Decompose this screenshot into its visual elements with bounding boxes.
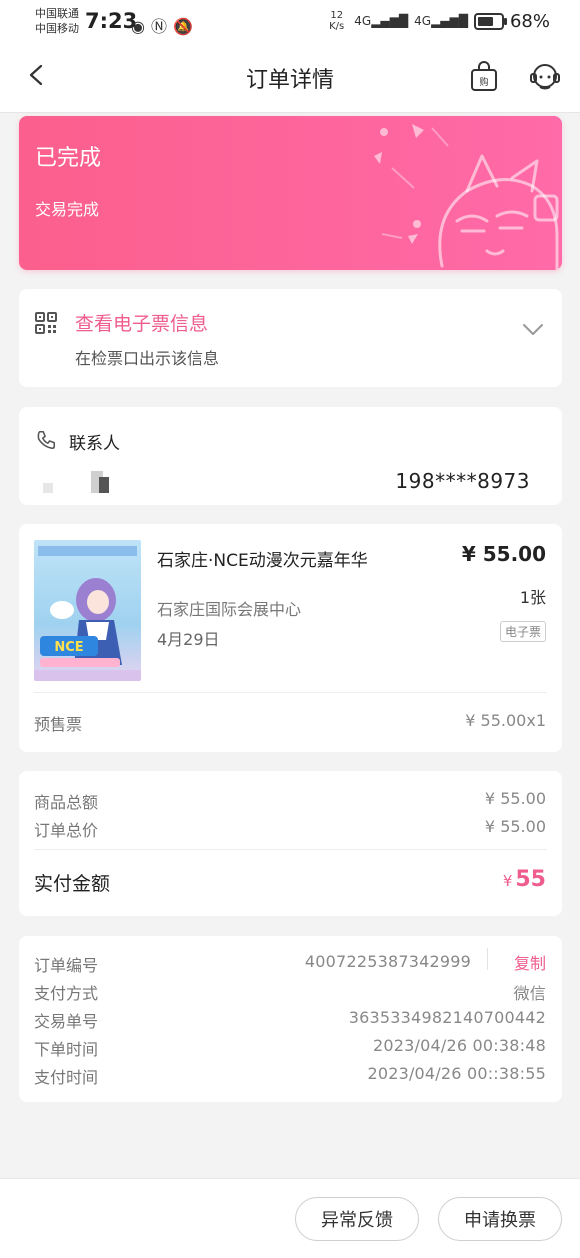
order-status-subtitle: 交易完成 [35, 200, 100, 219]
goods-total-label: 商品总额 [34, 793, 99, 812]
order-no-label: 订单编号 [34, 956, 99, 975]
feedback-button[interactable]: 异常反馈 [295, 1197, 419, 1241]
divider [34, 849, 547, 850]
paid-currency: ¥ [502, 872, 513, 890]
order-info-card: 订单编号 4007225387342999 复制 支付方式 微信 交易单号 36… [19, 936, 562, 1102]
eticket-card[interactable]: 查看电子票信息 在检票口出示该信息 [19, 289, 562, 387]
divider [34, 692, 547, 693]
status-bar: 中国联通 中国移动 7:23 ◉Ⓝ🔕 12 K/s 4G▂▄▆█ 4G▂▄▆█ … [0, 0, 580, 44]
order-status-title: 已完成 [35, 146, 102, 171]
copy-button[interactable]: 复制 [514, 950, 546, 974]
ticket-type: 预售票 [34, 715, 83, 734]
bottom-action-bar: 异常反馈 申请换票 [0, 1178, 580, 1258]
ticket-format-tag: 电子票 [499, 621, 546, 642]
contact-card: 联系人 198****8973 [19, 407, 562, 505]
mute-icon: 🔕 [172, 17, 199, 36]
order-time-label: 下单时间 [34, 1040, 99, 1059]
order-no-value: 4007225387342999 [304, 952, 471, 971]
chevron-down-icon[interactable] [522, 323, 544, 337]
notification-icons: ◉Ⓝ🔕 [131, 13, 199, 37]
product-price: ¥ 55.00 [461, 542, 546, 566]
qr-code-icon [35, 312, 57, 334]
carrier-1: 中国联通 [35, 7, 79, 20]
eticket-title: 查看电子票信息 [75, 313, 209, 335]
event-poster-image: NCE [34, 540, 141, 681]
exchange-ticket-button[interactable]: 申请换票 [438, 1197, 562, 1241]
contact-label: 联系人 [69, 434, 120, 454]
network-speed: 12 K/s [329, 10, 344, 32]
mascot-illustration [374, 124, 559, 270]
amount-summary-card: 商品总额 ¥ 55.00 订单总价 ¥ 55.00 实付金额 ¥55 [19, 771, 562, 916]
speed-unit: K/s [329, 21, 345, 32]
pay-method-label: 支付方式 [34, 984, 99, 1003]
clock: 7:23 [85, 9, 138, 33]
order-total-label: 订单总价 [34, 821, 99, 840]
shopping-bag-icon[interactable]: 购 [467, 60, 501, 94]
product-venue: 石家庄国际会展中心 [157, 600, 302, 619]
customer-service-icon[interactable] [528, 60, 562, 94]
ticket-line-price: ¥ 55.00x1 [465, 711, 546, 730]
battery-icon [473, 12, 507, 30]
signal-icon-1: 4G▂▄▆█ [354, 14, 409, 28]
svg-text:购: 购 [479, 76, 488, 88]
product-name: 石家庄·NCE动漫次元嘉年华 [157, 551, 368, 571]
pay-method-value: 微信 [513, 984, 546, 1003]
paid-amount-label: 实付金额 [34, 873, 111, 895]
trade-no-value: 3635334982140700442 [348, 1008, 546, 1027]
goods-total-value: ¥ 55.00 [484, 789, 546, 808]
contact-phone: 198****8973 [395, 469, 530, 493]
pay-time-label: 支付时间 [34, 1068, 99, 1087]
nav-bar: 订单详情 购 [0, 44, 580, 113]
product-card[interactable]: NCE 石家庄·NCE动漫次元嘉年华 ¥ 55.00 石家庄国际会展中心 1张 … [19, 524, 562, 752]
nfc-icon: Ⓝ [150, 17, 173, 36]
paid-amount-value: ¥55 [503, 867, 546, 892]
order-total-value: ¥ 55.00 [484, 817, 546, 836]
system-indicators: 12 K/s 4G▂▄▆█ 4G▂▄▆█ 68% [329, 10, 550, 32]
battery-percent: 68% [509, 10, 550, 32]
carrier-2: 中国移动 [35, 22, 79, 35]
signal-2-label: 4G [414, 14, 432, 28]
carrier-info: 中国联通 中国移动 [35, 6, 79, 36]
order-status-card: 已完成 交易完成 [19, 116, 562, 270]
contact-name-redacted [43, 471, 109, 493]
speed-value: 12 [330, 10, 344, 21]
eticket-subtitle: 在检票口出示该信息 [75, 349, 220, 368]
paid-amount-number: 55 [515, 867, 546, 892]
copy-separator [487, 948, 488, 970]
product-date: 4月29日 [157, 630, 220, 649]
svg-text:NCE: NCE [54, 640, 83, 655]
signal-1-label: 4G [354, 14, 372, 28]
signal-icon-2: 4G▂▄▆█ [414, 14, 468, 28]
pay-time-value: 2023/04/26 00::38:55 [367, 1064, 546, 1083]
order-time-value: 2023/04/26 00:38:48 [373, 1036, 546, 1055]
qq-icon: ◉ [131, 17, 151, 36]
phone-icon [37, 430, 56, 450]
product-quantity: 1张 [519, 588, 546, 607]
battery-fill [477, 16, 493, 26]
trade-no-label: 交易单号 [34, 1012, 99, 1031]
